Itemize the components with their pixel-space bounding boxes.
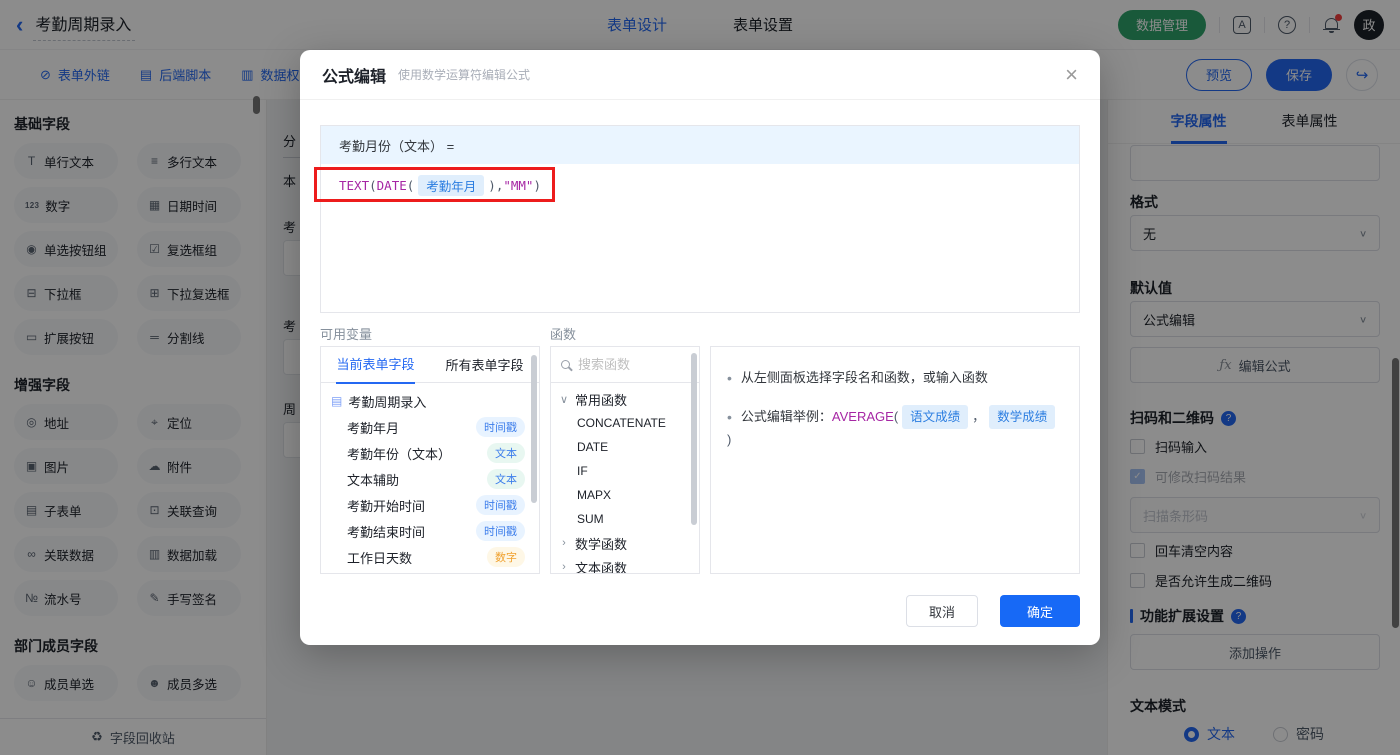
variable-item[interactable]: 工作日天数 数字 [321, 544, 539, 570]
variables-tabs: 当前表单字段 所有表单字段 [321, 347, 539, 384]
modal-title: 公式编辑 [322, 68, 387, 86]
functions-tree: ∨ 常用函数 CONCATENATE DATE IF MAPX SUM › 数学… [551, 383, 699, 574]
functions-label: 函数 [550, 327, 577, 342]
chevron-collapsed-icon: › [562, 561, 566, 573]
field-chip[interactable]: 考勤年月 [418, 174, 485, 196]
modal-header: 公式编辑 使用数学运算符编辑公式 × [300, 50, 1100, 100]
function-search-box[interactable] [551, 347, 699, 383]
help-line: • 从左侧面板选择字段名和函数，或输入函数 [727, 367, 1063, 389]
form-doc-icon: ▤ [331, 394, 343, 408]
app-window: ‹ 考勤周期录入 表单设计 表单设置 数据管理 A ? 政 ⊘ 表单外链 ▤ 后… [0, 0, 1400, 755]
function-group-common[interactable]: ∨ 常用函数 [551, 387, 699, 411]
search-icon [561, 360, 570, 369]
type-badge: 文本 [487, 469, 525, 489]
type-badge: 时间戳 [476, 521, 525, 541]
variable-item[interactable]: 考勤年份（文本） 文本 [321, 440, 539, 466]
chevron-expanded-icon: ∨ [559, 393, 569, 406]
bullet-icon: • [727, 409, 732, 425]
formula-expression[interactable]: TEXT(DATE(考勤年月), "MM") [339, 174, 541, 196]
formula-edit-modal: 公式编辑 使用数学运算符编辑公式 × 考勤月份（文本） = TEXT(DATE(… [300, 50, 1100, 645]
chevron-collapsed-icon: › [562, 537, 566, 549]
variables-label: 可用变量 [320, 327, 373, 342]
function-item[interactable]: DATE [551, 435, 699, 459]
type-badge: 时间戳 [476, 417, 525, 437]
variables-tree: ▤ 考勤周期录入 考勤年月 时间戳 考勤年份（文本） 文本 文本辅助 文本 考勤开始时… [321, 383, 539, 570]
modal-body: 考勤月份（文本） = TEXT(DATE(考勤年月), "MM") 可用变量 函数… [300, 100, 1100, 645]
functions-panel: ∨ 常用函数 CONCATENATE DATE IF MAPX SUM › 数学… [550, 346, 700, 574]
variables-scrollbar[interactable] [531, 355, 537, 503]
function-item[interactable]: MAPX [551, 483, 699, 507]
field-chip: 语文成绩 [902, 405, 969, 429]
formula-target-bar: 考勤月份（文本） = [321, 126, 1079, 164]
variables-panel: 当前表单字段 所有表单字段 ▤ 考勤周期录入 考勤年月 时间戳 考勤年份（文本）文… [320, 346, 540, 574]
variable-item[interactable]: 考勤开始时间 时间戳 [321, 492, 539, 518]
formula-target-label: 考勤月份（文本） = [339, 138, 455, 154]
tab-current-form-fields[interactable]: 当前表单字段 [321, 347, 430, 384]
modal-footer: 取消 确定 [906, 595, 1080, 627]
help-example-line: • 公式编辑举例： AVERAGE(语文成绩，数学成绩) [727, 405, 1063, 451]
close-icon[interactable]: × [1065, 63, 1078, 86]
function-group-text[interactable]: › 文本函数 [551, 555, 699, 574]
modal-subtitle: 使用数学运算符编辑公式 [398, 68, 531, 82]
formula-content-area[interactable]: TEXT(DATE(考勤年月), "MM") [314, 164, 1079, 312]
variable-item[interactable]: 考勤年月 时间戳 [321, 414, 539, 440]
formula-editor-box: 考勤月份（文本） = TEXT(DATE(考勤年月), "MM") [314, 125, 1080, 313]
functions-scrollbar[interactable] [691, 353, 697, 525]
formula-help-panel: • 从左侧面板选择字段名和函数，或输入函数 • 公式编辑举例： AVERAGE(语… [710, 346, 1080, 574]
type-badge: 文本 [487, 443, 525, 463]
variables-tree-root[interactable]: ▤ 考勤周期录入 [321, 388, 539, 414]
function-item[interactable]: SUM [551, 507, 699, 531]
type-badge: 数字 [487, 547, 525, 567]
type-badge: 时间戳 [476, 495, 525, 515]
cancel-button[interactable]: 取消 [906, 595, 978, 627]
function-search-input[interactable] [578, 357, 678, 372]
function-item[interactable]: IF [551, 459, 699, 483]
bullet-icon: • [727, 370, 732, 386]
tab-all-form-fields[interactable]: 所有表单字段 [430, 347, 539, 382]
variable-item[interactable]: 考勤结束时间 时间戳 [321, 518, 539, 544]
function-group-math[interactable]: › 数学函数 [551, 531, 699, 555]
field-chip: 数学成绩 [989, 405, 1056, 429]
confirm-button[interactable]: 确定 [1000, 595, 1080, 627]
function-item[interactable]: CONCATENATE [551, 411, 699, 435]
variable-item[interactable]: 文本辅助 文本 [321, 466, 539, 492]
